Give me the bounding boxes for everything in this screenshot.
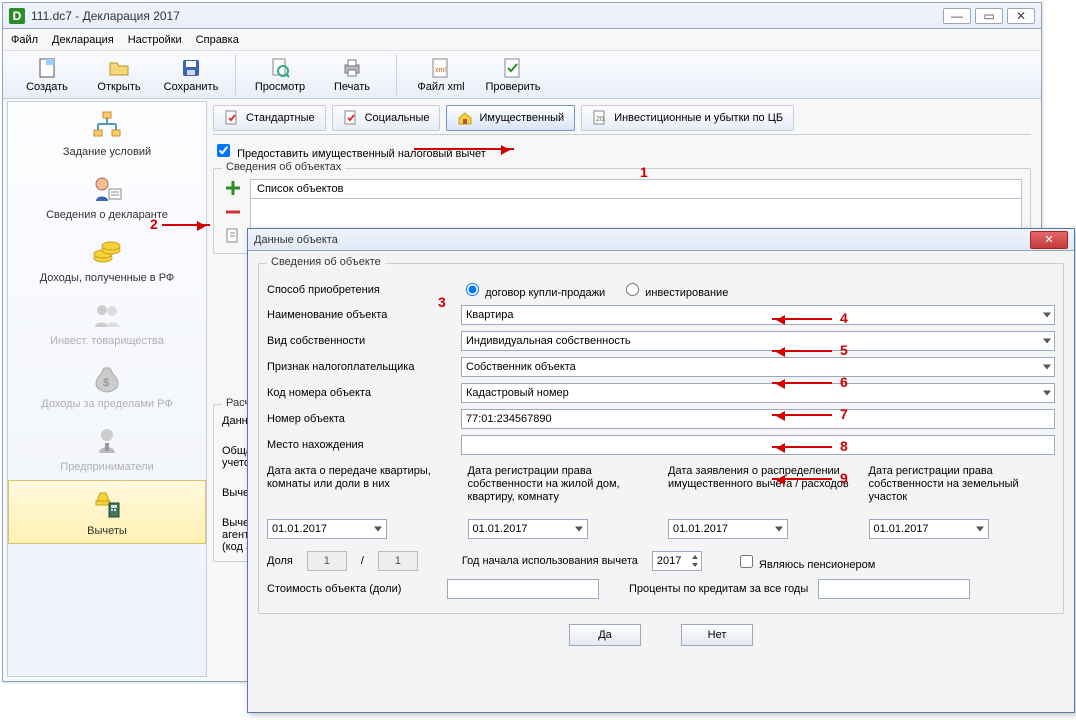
- deduction-tabs: Стандартные Социальные Имущественный 20.…: [213, 105, 1031, 135]
- object-name-combo[interactable]: Квартира: [461, 305, 1055, 325]
- loan-interest-input[interactable]: [818, 579, 970, 599]
- sidebar-item-income-rf[interactable]: Доходы, полученные в РФ: [8, 228, 206, 291]
- dialog-title: Данные объекта: [254, 234, 338, 246]
- property-checkbox-row[interactable]: Предоставить имущественный налоговый выч…: [213, 148, 486, 160]
- date-statement-input[interactable]: 01.01.2017: [668, 519, 788, 539]
- remove-object-button[interactable]: [224, 203, 242, 221]
- tool-preview[interactable]: Просмотр: [244, 54, 316, 95]
- sidebar-item-invest-partner[interactable]: Инвест. товарищества: [8, 291, 206, 354]
- coins-icon: [91, 236, 123, 268]
- property-checkbox[interactable]: [217, 144, 230, 157]
- xml-icon: xml: [430, 57, 452, 79]
- add-object-button[interactable]: [224, 179, 242, 197]
- tool-new[interactable]: Создать: [11, 54, 83, 95]
- tool-check[interactable]: Проверить: [477, 54, 549, 95]
- ok-button[interactable]: Да: [569, 624, 641, 646]
- sheet-tick-icon: [343, 110, 359, 126]
- people-icon: [91, 299, 123, 331]
- dialog-close-button[interactable]: ✕: [1030, 231, 1068, 249]
- radio-invest[interactable]: инвестирование: [621, 280, 728, 299]
- tool-print[interactable]: Печать: [316, 54, 388, 95]
- sidebar-item-entrepreneurs[interactable]: Предприниматели: [8, 417, 206, 480]
- menu-file[interactable]: Файл: [11, 34, 38, 46]
- file-new-icon: [36, 57, 58, 79]
- sidebar-item-conditions[interactable]: Задание условий: [8, 102, 206, 165]
- sidebar: Задание условий Сведения о декларанте До…: [7, 101, 207, 677]
- svg-text:20.: 20.: [596, 116, 606, 123]
- moneybag-icon: $: [91, 362, 123, 394]
- radio-purchase[interactable]: договор купли-продажи: [461, 280, 605, 299]
- app-icon: D: [9, 8, 25, 24]
- pension-checkbox-row[interactable]: Являюсь пенсионером: [736, 552, 875, 571]
- deductions-icon: [91, 489, 123, 521]
- cancel-button[interactable]: Нет: [681, 624, 753, 646]
- tool-open[interactable]: Открыть: [83, 54, 155, 95]
- svg-text:xml: xml: [435, 67, 446, 74]
- cost-input[interactable]: [447, 579, 599, 599]
- titlebar: D 111.dc7 - Декларация 2017 — ▭ ✕: [3, 3, 1041, 29]
- window-title: 111.dc7 - Декларация 2017: [31, 9, 180, 23]
- save-icon: [180, 57, 202, 79]
- print-icon: [341, 57, 363, 79]
- check-icon: [502, 57, 524, 79]
- sidebar-item-deductions[interactable]: Вычеты: [8, 480, 206, 544]
- tool-xml[interactable]: xml Файл xml: [405, 54, 477, 95]
- object-dialog: Данные объекта ✕ Сведения об объекте Спо…: [247, 228, 1075, 713]
- object-list-header: Список объектов: [250, 179, 1022, 199]
- folder-open-icon: [108, 57, 130, 79]
- object-info-group: Сведения об объекте Способ приобретения …: [258, 263, 1064, 614]
- year-start-spinner[interactable]: 2017: [652, 551, 702, 571]
- menu-declaration[interactable]: Декларация: [52, 34, 114, 46]
- preview-icon: [269, 57, 291, 79]
- ownership-combo[interactable]: Индивидуальная собственность: [461, 331, 1055, 351]
- menu-help[interactable]: Справка: [196, 34, 239, 46]
- taxpayer-combo[interactable]: Собственник объекта: [461, 357, 1055, 377]
- page-icon: 20.: [592, 110, 608, 126]
- dialog-titlebar: Данные объекта ✕: [248, 229, 1074, 251]
- tool-save[interactable]: Сохранить: [155, 54, 227, 95]
- businessman-icon: [91, 425, 123, 457]
- tree-icon: [91, 110, 123, 142]
- tab-property[interactable]: Имущественный: [446, 105, 575, 131]
- code-number-combo[interactable]: Кадастровый номер: [461, 383, 1055, 403]
- menu-settings[interactable]: Настройки: [128, 34, 182, 46]
- main-toolbar: Создать Открыть Сохранить Просмотр Печат…: [3, 51, 1041, 99]
- menubar: Файл Декларация Настройки Справка: [3, 29, 1041, 51]
- sheet-check-icon: [224, 110, 240, 126]
- pension-checkbox[interactable]: [740, 555, 753, 568]
- date-reg-house-input[interactable]: 01.01.2017: [468, 519, 588, 539]
- location-input[interactable]: [461, 435, 1055, 455]
- date-reg-land-input[interactable]: 01.01.2017: [869, 519, 989, 539]
- tab-social[interactable]: Социальные: [332, 105, 441, 131]
- tab-standard[interactable]: Стандартные: [213, 105, 326, 131]
- share-denominator: [378, 551, 418, 571]
- maximize-button[interactable]: ▭: [975, 8, 1003, 24]
- object-number-input[interactable]: [461, 409, 1055, 429]
- minimize-button[interactable]: —: [943, 8, 971, 24]
- sidebar-item-declarant[interactable]: Сведения о декларанте: [8, 165, 206, 228]
- svg-text:$: $: [103, 377, 109, 389]
- share-numerator: [307, 551, 347, 571]
- edit-object-button[interactable]: [224, 227, 242, 245]
- person-card-icon: [91, 173, 123, 205]
- house-icon: [457, 110, 473, 126]
- sidebar-item-income-abroad[interactable]: $ Доходы за пределами РФ: [8, 354, 206, 417]
- close-button[interactable]: ✕: [1007, 8, 1035, 24]
- date-act-input[interactable]: 01.01.2017: [267, 519, 387, 539]
- tab-securities[interactable]: 20. Инвестиционные и убытки по ЦБ: [581, 105, 794, 131]
